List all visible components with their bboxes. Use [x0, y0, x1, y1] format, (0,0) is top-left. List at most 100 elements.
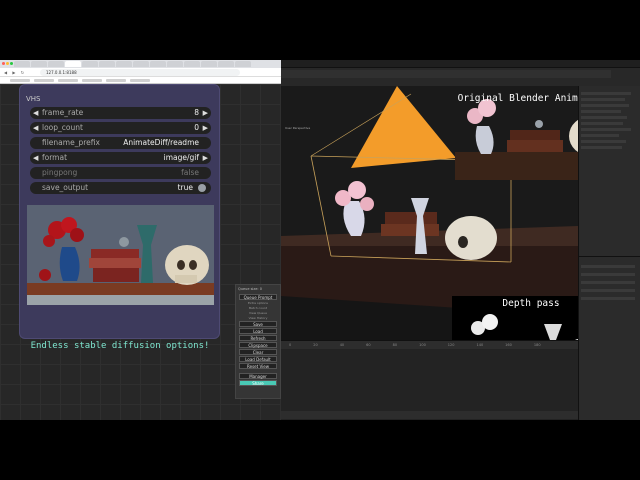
- browser-tab[interactable]: [14, 61, 30, 67]
- widget-value: image/gif: [163, 153, 199, 162]
- frame-rate-widget[interactable]: ◀ frame_rate 8 ▶: [30, 107, 211, 119]
- extra-options-checkbox[interactable]: Extra options: [236, 301, 280, 305]
- decrement-icon[interactable]: ◀: [33, 152, 38, 164]
- outliner-row[interactable]: [581, 92, 631, 95]
- property-row[interactable]: [581, 289, 635, 292]
- browser-tab[interactable]: [133, 61, 149, 67]
- output-preview-image: [27, 205, 214, 305]
- outliner-row[interactable]: [581, 128, 631, 131]
- browser-tab[interactable]: [82, 61, 98, 67]
- timeline-editor[interactable]: 0 20 40 60 80 100 120 140 160 180: [281, 340, 578, 420]
- bookmark-item[interactable]: [58, 78, 78, 82]
- manager-button[interactable]: Manager: [239, 373, 277, 379]
- browser-tab[interactable]: [235, 61, 251, 67]
- outliner-row[interactable]: [581, 140, 626, 143]
- browser-tab[interactable]: [116, 61, 132, 67]
- widget-label: format: [42, 153, 68, 162]
- toggle-knob-icon[interactable]: [198, 184, 206, 192]
- browser-tab[interactable]: [31, 61, 47, 67]
- property-row[interactable]: [581, 297, 635, 300]
- filename-prefix-widget[interactable]: filename_prefix AnimateDiff/readme: [30, 137, 211, 149]
- widget-value: AnimateDiff/readme: [123, 138, 199, 147]
- blender-menu-bar[interactable]: [281, 70, 611, 78]
- decrement-icon[interactable]: ◀: [33, 122, 38, 134]
- widget-value: 8: [194, 108, 199, 117]
- frame-tick: 160: [505, 343, 512, 347]
- close-icon[interactable]: [2, 62, 5, 65]
- node-title: VHS: [26, 95, 41, 103]
- widget-value: true: [177, 183, 193, 192]
- property-row[interactable]: [581, 281, 635, 284]
- viewport-label: User Perspective: [285, 126, 311, 130]
- address-bar: ◀ ▶ ↻ 127.0.0.1:8188: [0, 68, 281, 77]
- outliner-panel[interactable]: [578, 86, 640, 256]
- timeline-ruler[interactable]: 0 20 40 60 80 100 120 140 160 180: [281, 341, 578, 349]
- load-default-button[interactable]: Load Default: [239, 356, 277, 362]
- widget-value: 0: [194, 123, 199, 132]
- property-row[interactable]: [581, 273, 635, 276]
- depth-pass-label: Depth pass: [502, 298, 560, 309]
- clipspace-button[interactable]: Clipspace: [239, 342, 277, 348]
- outliner-row[interactable]: [581, 122, 623, 125]
- outliner-row[interactable]: [581, 110, 621, 113]
- widget-label: loop_count: [42, 123, 83, 132]
- bookmark-item[interactable]: [34, 78, 54, 82]
- browser-tab-active[interactable]: [65, 61, 81, 67]
- frame-tick: 80: [392, 343, 398, 347]
- browser-tab[interactable]: [99, 61, 115, 67]
- save-button[interactable]: Save: [239, 321, 277, 327]
- window-controls[interactable]: [2, 62, 13, 65]
- comfyui-canvas[interactable]: VHS ◀ frame_rate 8 ▶ ◀ loop_count 0 ▶ fi…: [0, 84, 281, 420]
- bookmark-item[interactable]: [130, 78, 150, 82]
- refresh-button[interactable]: Refresh: [239, 335, 277, 341]
- outliner-row[interactable]: [581, 104, 629, 107]
- reset-view-button[interactable]: Reset View: [239, 363, 277, 369]
- queue-size-label: Queue size: 0: [238, 287, 262, 291]
- property-row[interactable]: [581, 265, 635, 268]
- view-history-link[interactable]: View History: [236, 316, 280, 320]
- increment-icon[interactable]: ▶: [203, 152, 208, 164]
- browser-tab[interactable]: [184, 61, 200, 67]
- blender-title-bar: [281, 60, 640, 68]
- view-queue-link[interactable]: View Queue: [236, 311, 280, 315]
- minimize-icon[interactable]: [6, 62, 9, 65]
- properties-panel[interactable]: [578, 256, 640, 420]
- loop-count-widget[interactable]: ◀ loop_count 0 ▶: [30, 122, 211, 134]
- frame-tick: 40: [339, 343, 345, 347]
- share-button[interactable]: Share: [239, 380, 277, 386]
- pingpong-toggle[interactable]: pingpong false: [30, 167, 211, 179]
- browser-tab[interactable]: [167, 61, 183, 67]
- bookmark-item[interactable]: [82, 78, 102, 82]
- maximize-icon[interactable]: [10, 62, 13, 65]
- url-input[interactable]: 127.0.0.1:8188: [40, 69, 240, 76]
- clear-button[interactable]: Clear: [239, 349, 277, 355]
- batch-count[interactable]: Batch count: [236, 306, 280, 310]
- outliner-row[interactable]: [581, 134, 619, 137]
- outliner-row[interactable]: [581, 98, 625, 101]
- save-output-toggle[interactable]: save_output true: [30, 182, 211, 194]
- browser-tab[interactable]: [48, 61, 64, 67]
- playback-controls[interactable]: [281, 411, 578, 419]
- browser-tab[interactable]: [218, 61, 234, 67]
- nav-buttons[interactable]: ◀ ▶ ↻: [4, 70, 26, 75]
- widget-label: frame_rate: [42, 108, 84, 117]
- browser-tab[interactable]: [201, 61, 217, 67]
- queue-prompt-button[interactable]: Queue Prompt: [239, 294, 277, 300]
- overlay-caption: Endless stable diffusion options!: [30, 341, 210, 351]
- bookmark-item[interactable]: [10, 78, 30, 82]
- frame-tick: 140: [476, 343, 484, 347]
- increment-icon[interactable]: ▶: [203, 122, 208, 134]
- browser-tab[interactable]: [150, 61, 166, 67]
- queue-panel: Queue size: 0 Queue Prompt Extra options…: [235, 284, 281, 399]
- vhs-video-combine-node[interactable]: VHS ◀ frame_rate 8 ▶ ◀ loop_count 0 ▶ fi…: [19, 84, 220, 339]
- outliner-row[interactable]: [581, 146, 622, 149]
- increment-icon[interactable]: ▶: [203, 107, 208, 119]
- tab-strip[interactable]: [0, 60, 281, 68]
- format-widget[interactable]: ◀ format image/gif ▶: [30, 152, 211, 164]
- decrement-icon[interactable]: ◀: [33, 107, 38, 119]
- outliner-row[interactable]: [581, 116, 627, 119]
- load-button[interactable]: Load: [239, 328, 277, 334]
- blender-window: User Perspective Original Blender Animat…: [281, 60, 640, 420]
- bookmarks-bar: [0, 77, 281, 84]
- bookmark-item[interactable]: [106, 78, 126, 82]
